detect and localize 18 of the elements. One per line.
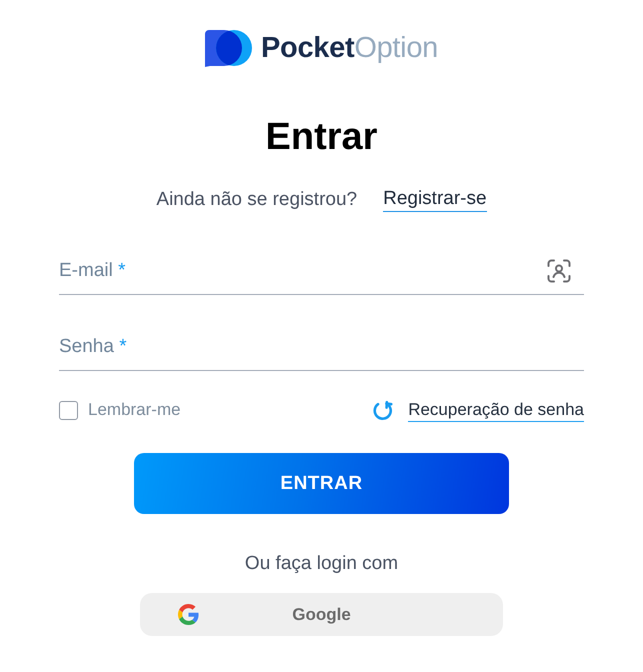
field-label: E-mail *	[59, 259, 126, 283]
remember-label: Lembrar-me	[88, 399, 181, 421]
signup-prompt: Ainda não se registrou?	[156, 188, 358, 212]
circular-arrow-icon	[372, 400, 394, 420]
remember-checkbox[interactable]	[59, 400, 78, 420]
google-g-icon	[178, 604, 199, 625]
signup-link[interactable]: Registrar-se	[383, 187, 487, 212]
alt-login-text: Ou faça login com	[244, 552, 398, 576]
login-button[interactable]: ENTRAR	[134, 453, 509, 514]
field-label: Senha *	[59, 335, 127, 359]
email-field[interactable]: E-mail *	[59, 248, 584, 295]
page-title: Entrar	[266, 115, 378, 159]
logo-icon	[205, 30, 252, 67]
logo-wordmark: PocketOption	[261, 31, 438, 66]
password-field[interactable]: Senha *	[59, 324, 584, 371]
person-scan-icon[interactable]	[547, 259, 571, 283]
social-login-button[interactable]: Google	[140, 593, 503, 636]
password-recovery-link[interactable]: Recuperação de senha	[408, 398, 584, 422]
